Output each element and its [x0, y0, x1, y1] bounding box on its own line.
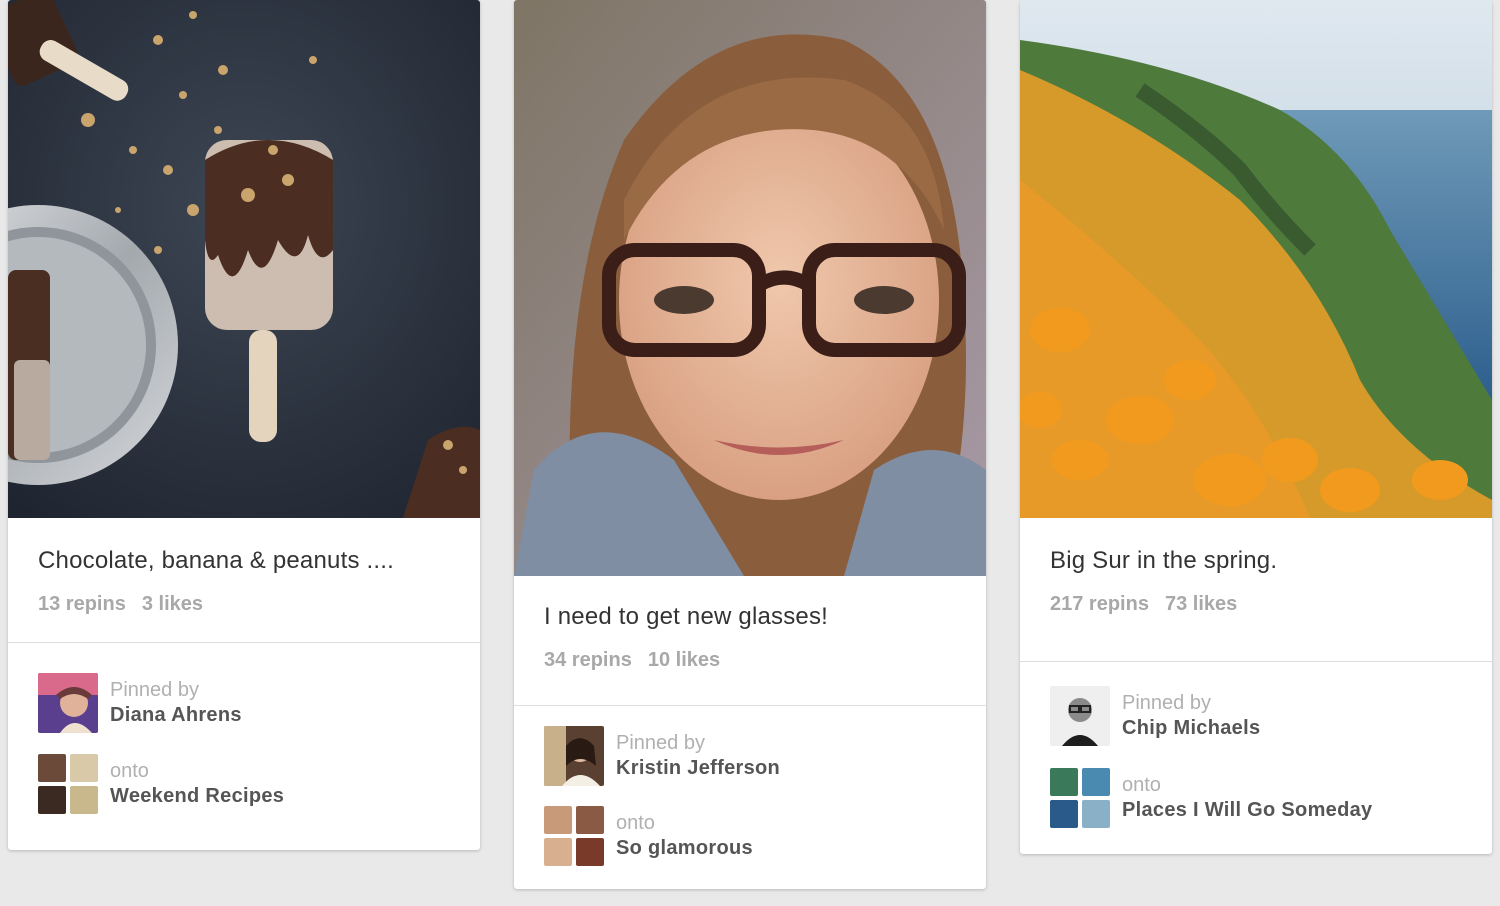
- avatar[interactable]: [544, 726, 604, 786]
- board-thumb-1: [1050, 768, 1078, 796]
- pinner-row[interactable]: Pinned by Diana Ahrens: [38, 673, 450, 733]
- pin-body: Chocolate, banana & peanuts .... 13 repi…: [8, 518, 480, 643]
- pin-attribution: Pinned by Chip Michaels onto Places I Wi…: [1020, 662, 1492, 828]
- pin-stats: 34 repins 10 likes: [544, 648, 956, 672]
- repins-count[interactable]: 13 repins: [38, 593, 126, 615]
- repins-count[interactable]: 217 repins: [1050, 593, 1149, 615]
- avatar[interactable]: [1050, 686, 1110, 746]
- board-thumbnails[interactable]: [38, 754, 98, 814]
- landscape-photo-icon: [1020, 0, 1492, 518]
- likes-count[interactable]: 73 likes: [1165, 593, 1237, 615]
- board-thumb-3: [544, 838, 572, 866]
- pin-body: Big Sur in the spring. 217 repins 73 like…: [1020, 518, 1492, 662]
- board-thumb-4: [70, 786, 98, 814]
- pin-description: Big Sur in the spring.: [1050, 547, 1278, 574]
- pinner-row[interactable]: Pinned by Kristin Jefferson: [544, 726, 956, 786]
- pinned-by-label: Pinned by: [110, 679, 199, 701]
- board-thumbnails[interactable]: [544, 806, 604, 866]
- board-thumbnails[interactable]: [1050, 768, 1110, 828]
- onto-label: onto: [1122, 774, 1161, 796]
- pinned-by-label: Pinned by: [616, 732, 705, 754]
- pin-card[interactable]: Chocolate, banana & peanuts .... 13 repi…: [8, 0, 480, 850]
- pinned-by-label: Pinned by: [1122, 692, 1211, 714]
- pin-attribution: Pinned by Diana Ahrens onto Weekend Reci…: [8, 643, 480, 814]
- board-row[interactable]: onto Places I Will Go Someday: [1050, 768, 1462, 828]
- board-thumb-2: [70, 754, 98, 782]
- likes-count[interactable]: 10 likes: [648, 649, 720, 671]
- pinner-avatar-icon: [38, 673, 98, 733]
- pinner-avatar-icon: [544, 726, 604, 786]
- pinner-row[interactable]: Pinned by Chip Michaels: [1050, 686, 1462, 746]
- board-thumb-4: [576, 838, 604, 866]
- popsicles-photo-icon: [8, 0, 480, 518]
- onto-label: onto: [110, 760, 149, 782]
- board-thumb-1: [544, 806, 572, 834]
- pin-attribution: Pinned by Kristin Jefferson onto So glam…: [514, 706, 986, 866]
- board-row[interactable]: onto So glamorous: [544, 806, 956, 866]
- board-thumb-3: [38, 786, 66, 814]
- pin-board: Chocolate, banana & peanuts .... 13 repi…: [0, 0, 1500, 906]
- board-thumb-2: [1082, 768, 1110, 796]
- pin-stats: 13 repins 3 likes: [38, 592, 450, 616]
- board-name[interactable]: Places I Will Go Someday: [1122, 797, 1372, 823]
- pin-body: I need to get new glasses! 34 repins 10 l…: [514, 576, 986, 706]
- board-thumb-4: [1082, 800, 1110, 828]
- repins-count[interactable]: 34 repins: [544, 649, 632, 671]
- onto-label: onto: [616, 812, 655, 834]
- pinner-name[interactable]: Diana Ahrens: [110, 702, 242, 728]
- likes-count[interactable]: 3 likes: [142, 593, 203, 615]
- board-thumb-2: [576, 806, 604, 834]
- pin-stats: 217 repins 73 likes: [1050, 592, 1462, 616]
- pin-description: Chocolate, banana & peanuts ....: [38, 547, 394, 574]
- board-name[interactable]: So glamorous: [616, 835, 753, 861]
- pin-image[interactable]: [1020, 0, 1492, 518]
- board-name[interactable]: Weekend Recipes: [110, 783, 284, 809]
- portrait-photo-icon: [514, 0, 986, 576]
- pin-image[interactable]: [514, 0, 986, 576]
- board-row[interactable]: onto Weekend Recipes: [38, 754, 450, 814]
- board-thumb-3: [1050, 800, 1078, 828]
- pinner-avatar-icon: [1050, 686, 1110, 746]
- pinner-name[interactable]: Chip Michaels: [1122, 715, 1260, 741]
- pinner-name[interactable]: Kristin Jefferson: [616, 755, 780, 781]
- pin-card[interactable]: I need to get new glasses! 34 repins 10 l…: [514, 0, 986, 889]
- pin-description: I need to get new glasses!: [544, 603, 829, 630]
- avatar[interactable]: [38, 673, 98, 733]
- pin-card[interactable]: Big Sur in the spring. 217 repins 73 like…: [1020, 0, 1492, 854]
- board-thumb-1: [38, 754, 66, 782]
- pin-image[interactable]: [8, 0, 480, 518]
